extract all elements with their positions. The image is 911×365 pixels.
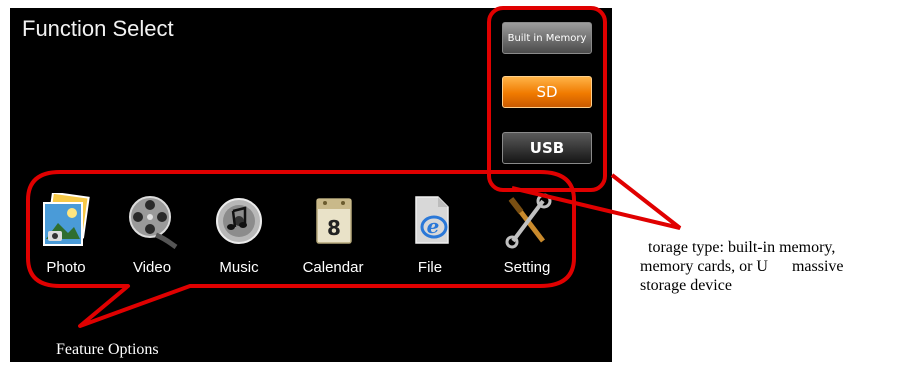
storage-caption-line: memory cards, or U massive (640, 258, 844, 275)
storage-caption-line: torage type: built-in memory, (640, 239, 836, 256)
storage-type-caption: torage type: built-in memory, memory car… (640, 238, 910, 295)
storage-highlight-box (487, 6, 607, 192)
annotation-overlay (26, 6, 682, 328)
features-highlight-callout (26, 170, 576, 328)
storage-callout-pointer (511, 173, 682, 230)
storage-caption-line: storage device (640, 277, 732, 294)
